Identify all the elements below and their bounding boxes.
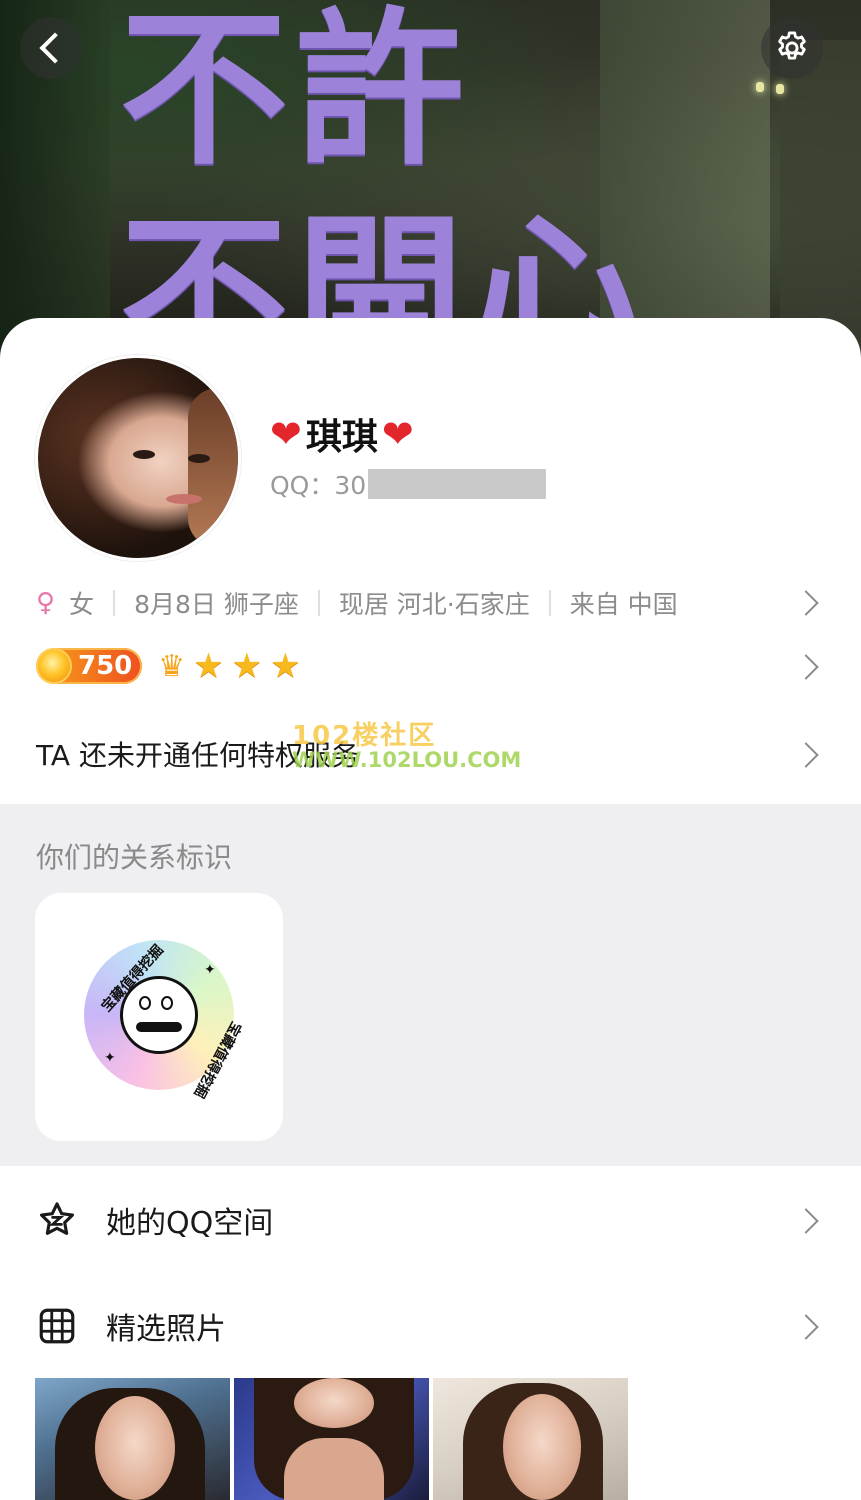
photo-face [503, 1394, 581, 1500]
nickname: 琪琪 [305, 417, 378, 458]
cover-building-right [780, 40, 861, 360]
female-icon: ♀ [36, 588, 56, 618]
relationship-title: 你们的关系标识 [36, 841, 233, 874]
qzone-chevron-right-icon [793, 1208, 819, 1234]
star-outline-icon [40, 1202, 74, 1235]
avatar[interactable] [35, 355, 241, 561]
sun-coin-icon [38, 650, 70, 682]
qq-number: QQ：30 [270, 466, 547, 502]
cover-lamp [776, 84, 784, 94]
sparkle-icon: ✦ [104, 1050, 116, 1066]
crown-icon: ♛ [158, 648, 186, 684]
back-chevron-icon [39, 32, 71, 64]
birthday: 8月8日 狮子座 [134, 590, 299, 619]
photo-face [294, 1378, 374, 1428]
residence: 现居 河北·石家庄 [338, 590, 530, 619]
badge-face-eye [139, 996, 151, 1010]
photos-row[interactable]: 精选照片 [0, 1286, 861, 1366]
profile-name: ❤ 琪琪 ❤ [270, 408, 414, 460]
cover-lamp [756, 82, 764, 92]
settings-button[interactable] [761, 17, 823, 79]
photo-thumbnail[interactable] [234, 1378, 429, 1500]
level-number: 750 [78, 651, 133, 681]
star-icon: ★ [231, 646, 263, 686]
heart-icon: ❤ [381, 412, 414, 456]
heart-icon: ❤ [270, 412, 302, 456]
avatar-lips [166, 494, 202, 504]
divider [548, 590, 551, 616]
photos-chevron-right-icon [793, 1314, 819, 1340]
watermark-line1: 102楼社区 [292, 721, 437, 751]
photo-shoulders [284, 1438, 384, 1500]
watermark-line2: WWW.102LOU.COM [292, 748, 522, 772]
qzone-row[interactable]: 她的QQ空间 [0, 1180, 861, 1260]
level-row[interactable]: 750 ♛ ★ ★ ★ [36, 645, 301, 687]
watermark: 102楼社区 WWW.102LOU.COM [292, 721, 522, 772]
grid-icon [39, 1308, 75, 1344]
star-icon: ★ [270, 646, 301, 686]
badge-face-mouth [136, 1022, 182, 1032]
divider [113, 590, 116, 616]
back-button[interactable] [20, 17, 82, 79]
divider [317, 590, 320, 616]
gender: 女 [69, 590, 95, 619]
level-badge: 750 [36, 648, 143, 684]
profile-info-row[interactable]: ♀ 女 8月8日 狮子座 现居 河北·石家庄 来自 中国 [36, 584, 826, 622]
badge-face-eye [161, 996, 173, 1010]
qq-redaction-bar [368, 469, 547, 499]
qq-label: QQ：30 [270, 471, 367, 500]
qzone-label: 她的QQ空间 [106, 1206, 274, 1241]
gear-icon [778, 31, 806, 60]
avatar-hair [188, 388, 238, 548]
cover-caption-line1: 不許 [120, 0, 472, 188]
cover-image[interactable]: 不許 不開心 [0, 0, 861, 360]
photo-thumbnail[interactable] [35, 1378, 230, 1500]
photos-label: 精选照片 [106, 1312, 226, 1347]
star-icon: ★ [193, 646, 224, 686]
avatar-eye [188, 454, 210, 463]
origin: 来自 中国 [569, 590, 678, 619]
avatar-eye [133, 450, 155, 459]
photo-thumbnail[interactable] [433, 1378, 628, 1500]
photo-face [95, 1396, 175, 1500]
sparkle-icon: ✦ [204, 962, 216, 978]
